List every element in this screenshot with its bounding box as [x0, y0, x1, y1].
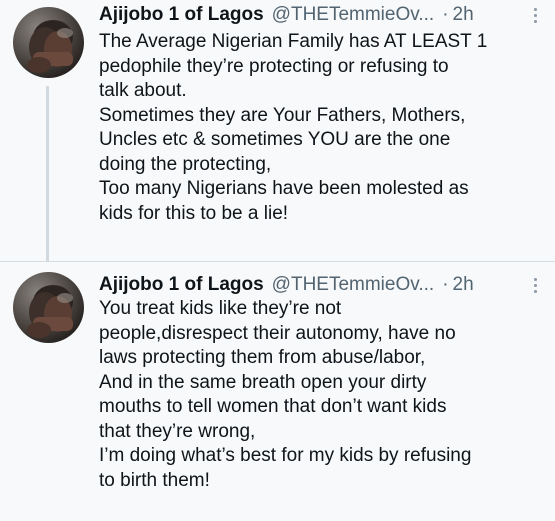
tweet-line: Too many Nigerians have been molested as	[99, 178, 469, 199]
user-handle[interactable]: @THETemmieOv...	[272, 4, 435, 26]
display-name[interactable]: Ajijobo 1 of Lagos	[99, 274, 264, 296]
tweet-header: Ajijobo 1 of Lagos @THETemmieOv... · 2h	[99, 1, 545, 29]
tweet-line: I’m doing what’s best for my kids by ref…	[99, 445, 472, 466]
tweet-line: doing the protecting,	[99, 153, 272, 175]
more-vertical-icon[interactable]	[525, 276, 545, 294]
timestamp[interactable]: 2h	[453, 4, 474, 26]
user-handle[interactable]: @THETemmieOv...	[272, 274, 435, 296]
tweet-line: And in the same breath open your dirty	[99, 371, 427, 393]
tweet-line: Uncles etc & sometimes YOU are the one	[99, 129, 451, 150]
tweet-line: people,disrespect their autonomy, have n…	[99, 322, 456, 344]
more-vertical-icon[interactable]	[525, 6, 545, 24]
tweet-line: Sometimes they are Your Fathers, Mothers…	[99, 104, 466, 126]
separator-dot: ·	[442, 4, 449, 25]
timeline: Ajijobo 1 of Lagos @THETemmieOv... · 2h …	[0, 0, 555, 521]
tweet-header: Ajijobo 1 of Lagos @THETemmieOv... · 2h	[99, 271, 545, 299]
tweet[interactable]: Ajijobo 1 of Lagos @THETemmieOv... · 2h …	[0, 262, 555, 521]
tweet-line: talk about.	[99, 80, 187, 101]
avatar[interactable]	[13, 272, 84, 343]
tweet-line: laws protecting them from abuse/labor,	[99, 347, 426, 368]
tweet-line: kids for this to be a lie!	[99, 202, 289, 224]
display-name[interactable]: Ajijobo 1 of Lagos	[99, 4, 264, 26]
separator-dot: ·	[442, 274, 449, 295]
timestamp[interactable]: 2h	[453, 274, 474, 296]
tweet[interactable]: Ajijobo 1 of Lagos @THETemmieOv... · 2h …	[0, 0, 555, 262]
tweet-line: pedophile they’re protecting or refusing…	[99, 55, 449, 77]
tweet-line: You treat kids like they’re not	[99, 298, 342, 319]
tweet-line: mouths to tell women that don’t want kid…	[99, 396, 447, 417]
avatar[interactable]	[13, 7, 84, 78]
tweet-text: The Average Nigerian Family has AT LEAST…	[99, 30, 543, 226]
tweet-text: You treat kids like they’re not people,di…	[99, 297, 543, 493]
tweet-line: to birth them!	[99, 469, 210, 491]
tweet-line: The Average Nigerian Family has AT LEAST…	[99, 31, 488, 52]
tweet-line: that they’re wrong,	[99, 420, 256, 442]
